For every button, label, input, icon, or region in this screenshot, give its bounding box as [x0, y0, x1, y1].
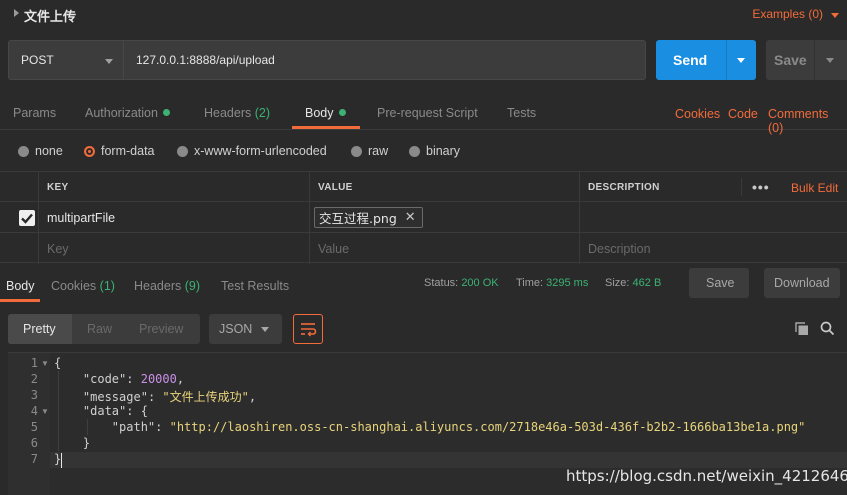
new-key-input[interactable]: Key	[39, 233, 310, 264]
cookies-link[interactable]: Cookies	[675, 107, 720, 121]
response-tab-cookies[interactable]: Cookies (1)	[51, 279, 115, 293]
send-button[interactable]: Send	[656, 40, 726, 80]
radio-icon	[409, 145, 420, 157]
chevron-down-icon[interactable]	[831, 13, 839, 18]
row-enabled-checkbox[interactable]	[19, 210, 35, 226]
save-label: Save	[774, 52, 807, 68]
examples-button[interactable]: Examples (0)	[752, 7, 823, 21]
code-line: "data": {	[82, 404, 148, 418]
params-table: KEY VALUE DESCRIPTION ••• Bulk Edit mult…	[0, 171, 847, 264]
description-cell[interactable]	[580, 202, 847, 233]
language-select[interactable]: JSON	[209, 314, 282, 344]
code-link[interactable]: Code	[728, 107, 758, 121]
radio-icon	[18, 145, 29, 157]
key-cell[interactable]: multipartFile	[39, 202, 310, 233]
url-input[interactable]: 127.0.0.1:8888/api/upload	[124, 40, 646, 80]
fold-caret-icon[interactable]: ▼	[41, 407, 49, 416]
response-tab-test-results[interactable]: Test Results	[221, 279, 289, 293]
radio-x-www-form-urlencoded[interactable]: x-www-form-urlencoded	[177, 144, 327, 158]
raw-button[interactable]: Raw	[87, 322, 112, 336]
method-value: POST	[21, 53, 54, 67]
table-header-description: DESCRIPTION ••• Bulk Edit	[580, 172, 847, 202]
tab-pre-request-script[interactable]: Pre-request Script	[377, 106, 478, 120]
title-bar: 文件上传 Examples (0)	[0, 0, 847, 30]
line-number-gutter: 1 ▼ 2 3 4 ▼ 5 6 7	[8, 353, 50, 495]
response-tab-headers[interactable]: Headers (9)	[134, 279, 200, 293]
code-line: "message": "文件上传成功",	[82, 390, 257, 404]
download-button[interactable]: Download	[764, 268, 840, 298]
tab-headers[interactable]: Headers (2)	[204, 106, 270, 120]
active-tab-indicator	[0, 299, 40, 302]
more-options-icon[interactable]: •••	[752, 179, 770, 195]
fold-caret-icon[interactable]: ▼	[41, 359, 49, 368]
status-dot-icon	[338, 109, 346, 116]
chevron-down-icon	[826, 58, 834, 63]
divider	[0, 129, 847, 130]
search-icon[interactable]	[820, 321, 835, 339]
code-line: {	[54, 356, 62, 370]
checkmark-icon	[21, 213, 33, 224]
size-readout: Size: 462 B	[605, 277, 662, 289]
save-response-button[interactable]: Save	[689, 268, 749, 298]
divider	[741, 178, 742, 196]
new-value-input[interactable]: Value	[310, 233, 580, 264]
chevron-down-icon	[105, 59, 113, 64]
table-header-key: KEY	[39, 172, 310, 202]
code-line: "code": 20000,	[82, 372, 185, 386]
value-cell[interactable]: 交互过程.png ✕	[310, 202, 580, 233]
radio-raw[interactable]: raw	[351, 144, 388, 158]
text-cursor	[61, 453, 62, 468]
row-checkbox-cell	[0, 233, 39, 264]
wrap-lines-button[interactable]	[293, 314, 323, 344]
url-value: 127.0.0.1:8888/api/upload	[136, 53, 275, 67]
send-label: Send	[673, 52, 708, 68]
current-line-highlight	[50, 452, 847, 468]
status-readout: Status: 200 OK	[424, 277, 499, 289]
file-chip: 交互过程.png ✕	[314, 207, 423, 228]
time-readout: Time: 3295 ms	[516, 277, 589, 289]
send-options-button[interactable]	[726, 40, 756, 80]
response-tab-body[interactable]: Body	[6, 279, 35, 293]
watermark: https://blog.csdn.net/weixin_42126468	[566, 467, 847, 485]
divider	[0, 262, 847, 263]
remove-file-icon[interactable]: ✕	[405, 210, 416, 225]
request-title[interactable]: 文件上传	[24, 6, 76, 25]
table-header-value: VALUE	[310, 172, 580, 202]
tab-body[interactable]: Body	[305, 106, 346, 120]
radio-icon	[351, 145, 362, 157]
format-toggle-group: Pretty Raw Preview	[8, 314, 200, 344]
code-line: }	[82, 436, 91, 450]
new-description-input[interactable]: Description	[580, 233, 847, 264]
method-select[interactable]: POST	[8, 40, 124, 80]
comments-link[interactable]: Comments (0)	[768, 107, 847, 135]
row-checkbox-cell	[0, 202, 39, 233]
bulk-edit-link[interactable]: Bulk Edit	[791, 181, 838, 195]
tab-tests[interactable]: Tests	[507, 106, 536, 120]
chevron-down-icon	[261, 327, 269, 332]
radio-none[interactable]: none	[18, 144, 63, 158]
status-dot-icon	[162, 109, 170, 116]
chevron-down-icon	[737, 58, 745, 63]
radio-icon	[177, 145, 188, 157]
copy-icon[interactable]	[795, 322, 809, 339]
pretty-button[interactable]: Pretty	[8, 314, 72, 344]
radio-selected-icon	[84, 145, 95, 157]
radio-form-data[interactable]: form-data	[84, 144, 155, 158]
collapse-caret-icon[interactable]	[14, 9, 19, 17]
table-header-check	[0, 172, 39, 202]
wrap-lines-icon	[301, 323, 317, 337]
preview-button[interactable]: Preview	[139, 322, 183, 336]
save-button[interactable]: Save	[766, 40, 814, 80]
tab-authorization[interactable]: Authorization	[85, 106, 170, 120]
tab-params[interactable]: Params	[13, 106, 56, 120]
code-line: "path": "http://laoshiren.oss-cn-shangha…	[111, 420, 806, 434]
radio-binary[interactable]: binary	[409, 144, 460, 158]
save-options-button[interactable]	[814, 40, 847, 80]
